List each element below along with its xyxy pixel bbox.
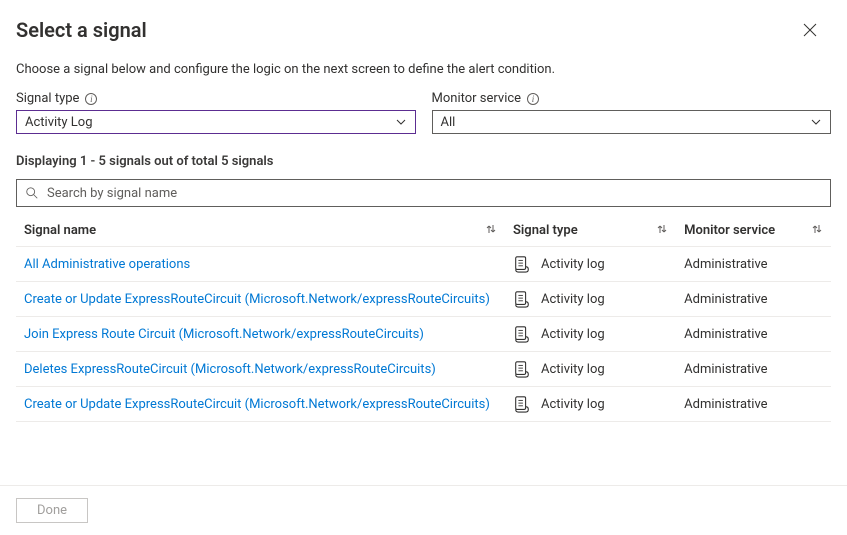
chevron-down-icon <box>810 116 822 128</box>
chevron-down-icon <box>395 116 407 128</box>
results-summary: Displaying 1 - 5 signals out of total 5 … <box>16 154 831 169</box>
table-row[interactable]: Create or Update ExpressRouteCircuit (Mi… <box>16 387 831 422</box>
page-title: Select a signal <box>16 18 147 42</box>
monitor-service-value: All <box>441 115 456 130</box>
signal-type-value: Activity log <box>541 362 605 377</box>
signal-name-link[interactable]: Join Express Route Circuit (Microsoft.Ne… <box>24 327 424 342</box>
sort-icon <box>811 223 823 235</box>
page-description: Choose a signal below and configure the … <box>16 62 831 77</box>
signal-name-link[interactable]: Create or Update ExpressRouteCircuit (Mi… <box>24 397 490 412</box>
signal-name-link[interactable]: Create or Update ExpressRouteCircuit (Mi… <box>24 292 490 307</box>
table-row[interactable]: Create or Update ExpressRouteCircuit (Mi… <box>16 282 831 317</box>
monitor-service-select[interactable]: All <box>432 110 832 134</box>
activity-log-icon <box>513 255 531 273</box>
column-header-name[interactable]: Signal name <box>16 217 505 247</box>
done-button[interactable]: Done <box>16 498 88 523</box>
signals-table: Signal name Signal type Monitor service <box>16 217 831 422</box>
signal-type-value: Activity log <box>541 397 605 412</box>
table-row[interactable]: Join Express Route Circuit (Microsoft.Ne… <box>16 317 831 352</box>
column-header-type[interactable]: Signal type <box>505 217 676 247</box>
monitor-service-label: Monitor service i <box>432 91 832 106</box>
info-icon[interactable]: i <box>85 93 97 105</box>
column-header-service[interactable]: Monitor service <box>676 217 831 247</box>
signal-type-value: Activity log <box>541 327 605 342</box>
monitor-service-value: Administrative <box>684 292 767 307</box>
activity-log-icon <box>513 395 531 413</box>
sort-icon <box>485 223 497 235</box>
footer: Done <box>0 485 847 535</box>
signal-type-label: Signal type i <box>16 91 416 106</box>
table-row[interactable]: All Administrative operations Activity lo… <box>16 247 831 282</box>
signal-type-value: Activity log <box>541 292 605 307</box>
signal-type-select[interactable]: Activity Log <box>16 110 416 134</box>
activity-log-icon <box>513 360 531 378</box>
close-icon <box>803 23 817 37</box>
info-icon[interactable]: i <box>527 93 539 105</box>
signal-name-link[interactable]: Deletes ExpressRouteCircuit (Microsoft.N… <box>24 362 436 377</box>
monitor-service-value: Administrative <box>684 362 767 377</box>
activity-log-icon <box>513 325 531 343</box>
signal-name-link[interactable]: All Administrative operations <box>24 257 190 272</box>
close-button[interactable] <box>803 16 831 44</box>
sort-icon <box>656 223 668 235</box>
monitor-service-value: Administrative <box>684 397 767 412</box>
signal-type-value: Activity log <box>541 257 605 272</box>
signal-type-value: Activity Log <box>25 115 93 130</box>
search-icon <box>25 186 39 200</box>
activity-log-icon <box>513 290 531 308</box>
search-input[interactable] <box>45 185 822 202</box>
monitor-service-value: Administrative <box>684 327 767 342</box>
table-row[interactable]: Deletes ExpressRouteCircuit (Microsoft.N… <box>16 352 831 387</box>
monitor-service-value: Administrative <box>684 257 767 272</box>
search-box[interactable] <box>16 179 831 207</box>
